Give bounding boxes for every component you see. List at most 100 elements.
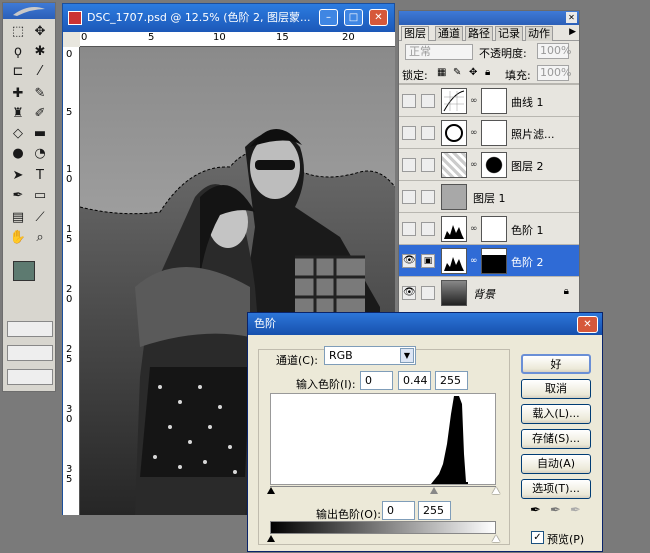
link-toggle[interactable]: [421, 190, 435, 204]
layer-row[interactable]: 图层 1: [399, 180, 579, 212]
link-toggle[interactable]: [421, 158, 435, 172]
options-button[interactable]: 选项(T)...: [521, 479, 591, 499]
load-button[interactable]: 载入(L)...: [521, 404, 591, 424]
chevron-down-icon[interactable]: ▼: [400, 348, 414, 363]
move-icon[interactable]: ✥: [31, 23, 49, 41]
link-toggle[interactable]: [421, 222, 435, 236]
white-eyedropper-icon[interactable]: ✒: [570, 503, 581, 518]
eye-icon[interactable]: 👁︎: [402, 286, 416, 300]
visibility-toggle[interactable]: [402, 222, 416, 236]
eraser-icon[interactable]: ◇: [9, 125, 27, 143]
eye-icon[interactable]: 👁︎: [402, 254, 416, 268]
tab-history[interactable]: 记录: [495, 26, 523, 41]
type-icon[interactable]: T: [31, 167, 49, 185]
close-icon[interactable]: ✕: [566, 12, 577, 23]
layer-name: 照片滤...: [511, 128, 555, 141]
input-white-field[interactable]: 255: [435, 371, 468, 390]
quick-mask-toggle[interactable]: [7, 321, 53, 337]
levels-adjustment-icon: [441, 216, 467, 242]
shape-icon[interactable]: ▭: [31, 187, 49, 205]
black-eyedropper-icon[interactable]: ✒: [530, 503, 541, 518]
screen-mode-toggle[interactable]: [7, 345, 53, 361]
marquee-icon[interactable]: ⬚: [9, 23, 27, 41]
gray-eyedropper-icon[interactable]: ✒: [550, 503, 561, 518]
brush-icon[interactable]: ✎: [31, 85, 49, 103]
input-black-field[interactable]: 0: [360, 371, 393, 390]
palette-menu-icon[interactable]: ▶: [569, 27, 576, 37]
blur-icon[interactable]: ●: [9, 145, 27, 163]
visibility-toggle[interactable]: [402, 126, 416, 140]
path-select-icon[interactable]: ➤: [9, 167, 27, 185]
layer-row-selected[interactable]: 👁︎ ▣ ∞ 色阶 2: [399, 244, 579, 276]
tab-actions[interactable]: 动作: [525, 26, 553, 41]
auto-button[interactable]: 自动(A): [521, 454, 591, 474]
levels-dialog-titlebar[interactable]: 色阶 ✕: [248, 313, 602, 335]
tab-channels[interactable]: 通道: [435, 26, 463, 41]
opacity-label: 不透明度:: [479, 47, 527, 60]
hand-icon[interactable]: ✋: [9, 229, 27, 247]
foreground-color-swatch[interactable]: [13, 261, 35, 281]
preview-checkbox[interactable]: ✓: [531, 531, 544, 544]
zoom-icon[interactable]: ⌕: [31, 229, 49, 247]
output-white-slider[interactable]: [492, 535, 500, 542]
output-black-field[interactable]: 0: [382, 501, 415, 520]
clone-stamp-icon[interactable]: ♜: [9, 105, 27, 123]
fill-input[interactable]: 100%: [537, 65, 571, 81]
gradient-icon[interactable]: ▬: [31, 125, 49, 143]
tab-paths[interactable]: 路径: [465, 26, 493, 41]
lock-transparency-icon[interactable]: ▦: [437, 67, 446, 78]
maximize-button[interactable]: □: [344, 9, 363, 26]
pen-icon[interactable]: ✒: [9, 187, 27, 205]
jump-to-imageready-button[interactable]: [7, 369, 53, 385]
gamma-slider[interactable]: [430, 487, 438, 494]
lock-position-icon[interactable]: ✥: [469, 67, 477, 78]
layer-row[interactable]: ∞ 照片滤...: [399, 116, 579, 148]
cancel-button[interactable]: 取消: [521, 379, 591, 399]
crop-icon[interactable]: ⊏: [9, 63, 27, 81]
save-button[interactable]: 存储(S)...: [521, 429, 591, 449]
ruler-label: 2 5: [66, 344, 73, 365]
blend-mode-select[interactable]: 正常: [405, 44, 473, 60]
ok-button[interactable]: 好: [521, 354, 591, 374]
visibility-toggle[interactable]: [402, 190, 416, 204]
eyedropper-icon[interactable]: ⟋: [31, 209, 49, 227]
notes-icon[interactable]: ▤: [9, 209, 27, 227]
brush-link-icon[interactable]: ▣: [421, 254, 435, 268]
link-toggle[interactable]: [421, 126, 435, 140]
close-icon[interactable]: ✕: [577, 316, 598, 333]
mask-link-icon: ∞: [470, 224, 478, 234]
layer-thumbnail: [441, 152, 467, 178]
healing-brush-icon[interactable]: ✚: [9, 85, 27, 103]
layer-name: 色阶 1: [511, 224, 544, 237]
layer-row[interactable]: ∞ 色阶 1: [399, 212, 579, 244]
lock-pixels-icon[interactable]: ✎: [453, 67, 461, 78]
output-white-field[interactable]: 255: [418, 501, 451, 520]
history-brush-icon[interactable]: ✐: [31, 105, 49, 123]
slice-icon[interactable]: ⁄: [31, 63, 49, 81]
channel-select[interactable]: RGB ▼: [324, 346, 416, 365]
tools-palette-titlebar[interactable]: [3, 3, 55, 19]
layer-row[interactable]: ∞ 图层 2: [399, 148, 579, 180]
minimize-button[interactable]: –: [319, 9, 338, 26]
link-toggle[interactable]: [421, 286, 435, 300]
visibility-toggle[interactable]: [402, 158, 416, 172]
mask-link-icon: ∞: [470, 96, 478, 106]
opacity-input[interactable]: 100%: [537, 43, 571, 59]
input-gamma-field[interactable]: 0.44: [398, 371, 431, 390]
layer-row[interactable]: 👁︎ 背景 🔒︎: [399, 276, 579, 308]
white-point-slider[interactable]: [492, 487, 500, 494]
magic-wand-icon[interactable]: ✱: [31, 43, 49, 61]
tab-layers[interactable]: 图层: [401, 26, 429, 41]
output-black-slider[interactable]: [267, 535, 275, 542]
black-point-slider[interactable]: [267, 487, 275, 494]
lasso-icon[interactable]: ϙ: [9, 43, 27, 61]
dodge-icon[interactable]: ◔: [31, 145, 49, 163]
ruler-label: 0: [81, 32, 88, 43]
visibility-toggle[interactable]: [402, 94, 416, 108]
link-toggle[interactable]: [421, 94, 435, 108]
close-button[interactable]: ✕: [369, 9, 388, 26]
layer-row[interactable]: ∞ 曲线 1: [399, 84, 579, 116]
layers-palette-titlebar[interactable]: ✕: [399, 11, 579, 25]
output-gradient-bar: [270, 521, 496, 534]
lock-all-icon[interactable]: 🔒︎: [485, 67, 490, 78]
